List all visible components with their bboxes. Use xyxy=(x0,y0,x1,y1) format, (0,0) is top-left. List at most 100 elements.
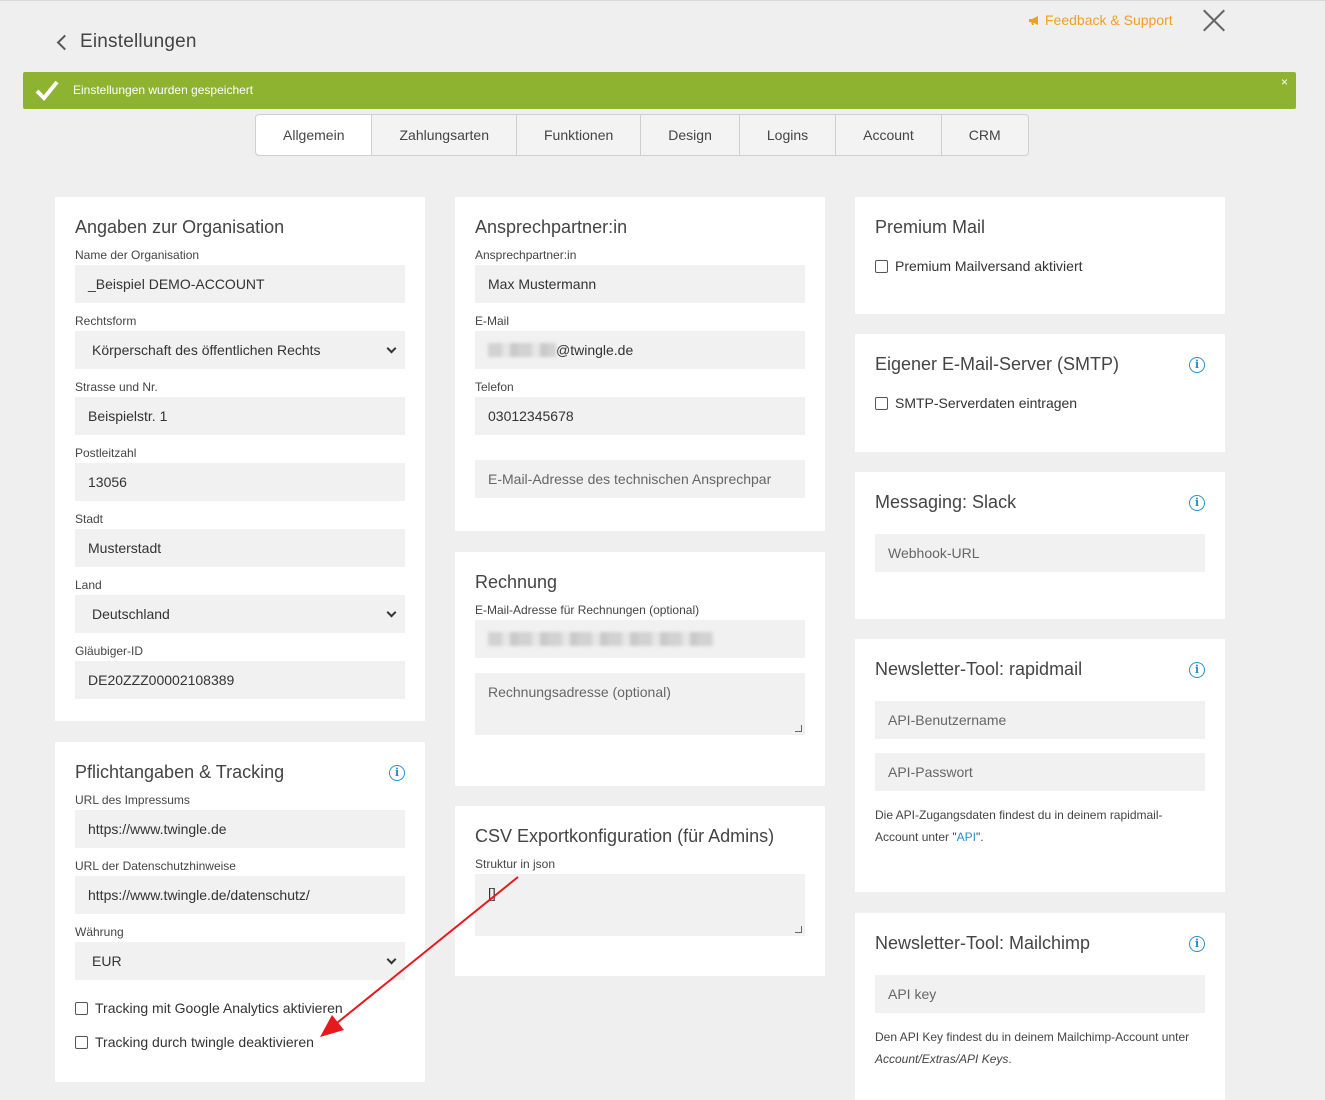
organisation-card: Angaben zur Organisation Name der Organi… xyxy=(55,197,425,721)
csv-struct-textarea[interactable]: [] xyxy=(475,874,805,936)
alert-close-button[interactable]: × xyxy=(1281,75,1288,89)
chevron-left-icon xyxy=(56,34,73,50)
close-icon[interactable] xyxy=(1200,6,1228,34)
phone-label: Telefon xyxy=(475,380,514,394)
checkmark-icon xyxy=(35,80,59,101)
note-text: Die API-Zugangsdaten findest du in deine… xyxy=(875,808,1163,844)
zip-input[interactable]: 13056 xyxy=(75,463,405,501)
alert-message: Einstellungen wurden gespeichert xyxy=(73,83,254,97)
csv-card: CSV Exportkonfiguration (für Admins) Str… xyxy=(455,806,825,976)
tab-zahlungsarten[interactable]: Zahlungsarten xyxy=(371,115,516,155)
twingle-tracking-checkbox[interactable]: Tracking durch twingle deaktivieren xyxy=(75,1034,405,1050)
invoice-address-textarea[interactable]: Rechnungsadresse (optional) xyxy=(475,673,805,735)
note-end: ". xyxy=(975,830,984,844)
google-analytics-checkbox[interactable]: Tracking mit Google Analytics aktivieren xyxy=(75,1000,405,1016)
info-icon[interactable]: i xyxy=(1189,661,1205,678)
page-title: Einstellungen xyxy=(80,31,197,52)
tab-funktionen[interactable]: Funktionen xyxy=(516,115,640,155)
api-link[interactable]: API xyxy=(957,830,976,844)
checkbox-box[interactable] xyxy=(875,259,888,273)
megaphone-icon xyxy=(1029,15,1038,25)
address-placeholder: Rechnungsadresse (optional) xyxy=(488,684,671,700)
rapidmail-user-input[interactable]: API-Benutzername xyxy=(875,701,1205,739)
info-icon[interactable]: i xyxy=(389,764,405,781)
street-label: Strasse und Nr. xyxy=(75,380,158,394)
privacy-label: URL der Datenschutzhinweise xyxy=(75,859,236,873)
redacted-text xyxy=(488,343,556,357)
checkbox-box[interactable] xyxy=(75,1001,88,1015)
rapidmail-card: Newsletter-Tool: rapidmail i API-Benutzer… xyxy=(855,639,1225,892)
checkbox-box[interactable] xyxy=(875,396,888,410)
tab-account[interactable]: Account xyxy=(835,115,941,155)
email-domain: @twingle.de xyxy=(556,342,634,358)
smtp-title: Eigener E-Mail-Server (SMTP) i xyxy=(875,354,1205,375)
feedback-support-link[interactable]: Feedback & Support xyxy=(1028,12,1173,28)
struct-label: Struktur in json xyxy=(475,857,556,871)
rapidmail-note: Die API-Zugangsdaten findest du in deine… xyxy=(875,804,1205,848)
currency-select[interactable]: EUR xyxy=(75,942,405,980)
legal-form-select[interactable]: Körperschaft des öffentlichen Rechts xyxy=(75,331,405,369)
city-label: Stadt xyxy=(75,512,104,526)
premium-title: Premium Mail xyxy=(875,217,986,237)
checkbox-box[interactable] xyxy=(75,1035,88,1049)
invoice-title: Rechnung xyxy=(475,572,558,592)
ga-label: Tracking mit Google Analytics aktivieren xyxy=(95,1000,343,1016)
organisation-title: Angaben zur Organisation xyxy=(75,217,285,237)
redacted-text xyxy=(488,632,714,646)
smtp-check-label: SMTP-Serverdaten eintragen xyxy=(895,395,1078,411)
tab-crm[interactable]: CRM xyxy=(940,115,1028,155)
resize-handle[interactable] xyxy=(795,725,802,732)
slack-card: Messaging: Slack i Webhook-URL xyxy=(855,472,1225,619)
premium-mail-checkbox[interactable]: Premium Mailversand aktiviert xyxy=(875,258,1205,274)
info-icon[interactable]: i xyxy=(1189,935,1205,952)
tracking-title: Pflichtangaben & Tracking i xyxy=(75,762,405,783)
imprint-url-input[interactable]: https://www.twingle.de xyxy=(75,810,405,848)
city-input[interactable]: Musterstadt xyxy=(75,529,405,567)
currency-value: EUR xyxy=(92,953,122,969)
zip-label: Postleitzahl xyxy=(75,446,137,460)
info-icon[interactable]: i xyxy=(1189,494,1205,511)
premium-mail-card: Premium Mail Premium Mailversand aktivie… xyxy=(855,197,1225,314)
organisation-name-input[interactable]: _Beispiel DEMO-ACCOUNT xyxy=(75,265,405,303)
chevron-down-icon xyxy=(386,607,397,617)
creditor-id-input[interactable]: DE20ZZZ00002108389 xyxy=(75,661,405,699)
note-end: . xyxy=(1008,1052,1012,1066)
smtp-card: Eigener E-Mail-Server (SMTP) i SMTP-Serve… xyxy=(855,334,1225,452)
mailchimp-title: Newsletter-Tool: Mailchimp i xyxy=(875,933,1205,954)
premium-check-label: Premium Mailversand aktiviert xyxy=(895,258,1083,274)
privacy-url-input[interactable]: https://www.twingle.de/datenschutz/ xyxy=(75,876,405,914)
invoice-card: Rechnung E-Mail-Adresse für Rechnungen (… xyxy=(455,552,825,786)
tab-logins[interactable]: Logins xyxy=(738,115,835,155)
success-alert: Einstellungen wurden gespeichert × xyxy=(23,72,1296,109)
back-button[interactable]: Einstellungen xyxy=(55,31,197,53)
twingle-tracking-label: Tracking durch twingle deaktivieren xyxy=(95,1034,314,1050)
mailchimp-key-input[interactable]: API key xyxy=(875,975,1205,1013)
webhook-url-input[interactable]: Webhook-URL xyxy=(875,534,1205,572)
note-text: Den API Key findest du in deinem Mailchi… xyxy=(875,1030,1190,1044)
mailchimp-card: Newsletter-Tool: Mailchimp i API key Den … xyxy=(855,913,1225,1100)
country-select[interactable]: Deutschland xyxy=(75,595,405,633)
settings-tabs: Allgemein Zahlungsarten Funktionen Desig… xyxy=(255,114,1029,156)
creditor-id-label: Gläubiger-ID xyxy=(75,644,144,658)
feedback-label: Feedback & Support xyxy=(1045,12,1173,28)
contact-email-input[interactable]: @twingle.de xyxy=(475,331,805,369)
info-icon[interactable]: i xyxy=(1189,356,1205,373)
legal-form-label: Rechtsform xyxy=(75,314,137,328)
smtp-checkbox[interactable]: SMTP-Serverdaten eintragen xyxy=(875,395,1205,411)
resize-handle[interactable] xyxy=(795,926,802,933)
tracking-card: Pflichtangaben & Tracking i URL des Impre… xyxy=(55,742,425,1082)
contact-person-input[interactable]: Max Mustermann xyxy=(475,265,805,303)
rapidmail-title: Newsletter-Tool: rapidmail i xyxy=(875,659,1205,680)
invoice-email-input[interactable] xyxy=(475,620,805,658)
person-label: Ansprechpartner:in xyxy=(475,248,577,262)
legal-form-value: Körperschaft des öffentlichen Rechts xyxy=(92,342,321,358)
struct-value: [] xyxy=(488,885,496,901)
contact-title: Ansprechpartner:in xyxy=(475,217,628,237)
tab-allgemein[interactable]: Allgemein xyxy=(256,115,372,155)
street-input[interactable]: Beispielstr. 1 xyxy=(75,397,405,435)
tech-contact-email-input[interactable]: E-Mail-Adresse des technischen Ansprechp… xyxy=(475,460,805,498)
tab-design[interactable]: Design xyxy=(640,115,739,155)
country-label: Land xyxy=(75,578,102,592)
phone-input[interactable]: 03012345678 xyxy=(475,397,805,435)
rapidmail-password-input[interactable]: API-Passwort xyxy=(875,753,1205,791)
